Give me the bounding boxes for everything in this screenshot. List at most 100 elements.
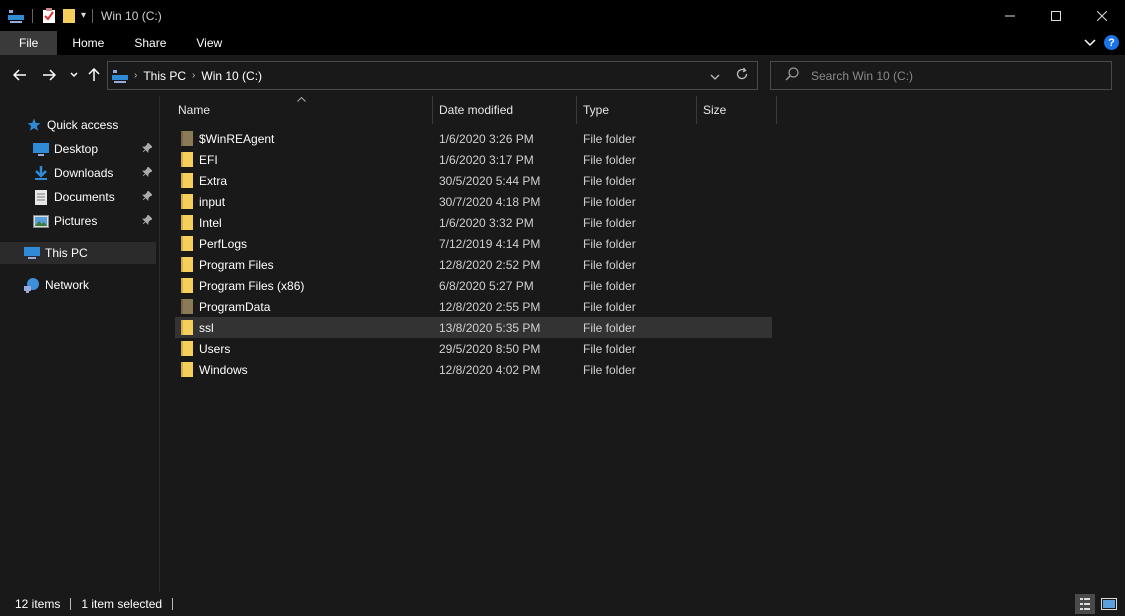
close-button[interactable] — [1079, 0, 1125, 31]
sort-ascending-icon — [297, 94, 306, 104]
file-date-modified: 6/8/2020 5:27 PM — [439, 278, 534, 293]
sidebar-item-label: Network — [45, 278, 90, 292]
file-type: File folder — [583, 320, 636, 335]
file-name: Extra — [199, 173, 228, 188]
tab-file[interactable]: File — [0, 31, 58, 55]
new-folder-icon[interactable] — [61, 8, 77, 24]
file-type: File folder — [583, 341, 636, 356]
navigation-bar: › This PC › Win 10 (C:) Search Win 10 (C… — [0, 55, 1125, 96]
column-header-date[interactable]: Date modified — [439, 96, 513, 124]
details-view-button[interactable] — [1075, 594, 1095, 614]
file-list: Name Date modified Type Size $WinREAgent… — [161, 96, 1125, 592]
quick-access-toolbar: ▾ Win 10 (C:) — [0, 0, 162, 31]
breadcrumb-this-pc[interactable]: This PC — [143, 69, 186, 83]
folder-icon — [181, 173, 193, 188]
sidebar-item-label: Desktop — [54, 142, 99, 156]
table-row[interactable]: $WinREAgent 1/6/2020 3:26 PM File folder — [175, 128, 772, 149]
file-date-modified: 30/7/2020 4:18 PM — [439, 194, 541, 209]
title-bar: ▾ Win 10 (C:) — [0, 0, 1125, 31]
recent-locations-button[interactable] — [64, 65, 84, 85]
expand-ribbon-icon[interactable] — [1084, 36, 1096, 50]
table-row[interactable]: Program Files 12/8/2020 2:52 PM File folde… — [175, 254, 772, 275]
file-name: Program Files — [199, 257, 274, 272]
forward-button[interactable] — [39, 65, 59, 85]
pin-icon[interactable] — [142, 141, 153, 156]
table-row[interactable]: Users 29/5/2020 8:50 PM File folder — [175, 338, 772, 359]
sidebar-item-desktop[interactable]: Desktop — [33, 138, 156, 160]
column-divider[interactable] — [776, 96, 777, 124]
sidebar-item-this-pc[interactable]: This PC — [0, 242, 156, 264]
file-type: File folder — [583, 236, 636, 251]
table-row[interactable]: Intel 1/6/2020 3:32 PM File folder — [175, 212, 772, 233]
tab-view[interactable]: View — [181, 31, 237, 55]
sidebar-item-downloads[interactable]: Downloads — [33, 162, 156, 184]
file-date-modified: 12/8/2020 4:02 PM — [439, 362, 541, 377]
column-divider[interactable] — [576, 96, 577, 124]
column-header-name[interactable]: Name — [178, 96, 210, 124]
file-date-modified: 12/8/2020 2:52 PM — [439, 257, 541, 272]
customize-toolbar-icon[interactable]: ▾ — [81, 10, 86, 21]
address-history-icon[interactable] — [710, 69, 720, 83]
search-box[interactable]: Search Win 10 (C:) — [770, 61, 1112, 90]
tab-home[interactable]: Home — [57, 31, 119, 55]
table-row[interactable]: Extra 30/5/2020 5:44 PM File folder — [175, 170, 772, 191]
sidebar-item-documents[interactable]: Documents — [33, 186, 156, 208]
file-name: Users — [199, 341, 231, 356]
back-button[interactable] — [10, 65, 30, 85]
up-button[interactable] — [84, 65, 104, 85]
column-divider[interactable] — [432, 96, 433, 124]
file-type: File folder — [583, 173, 636, 188]
properties-icon[interactable] — [41, 7, 57, 24]
column-divider[interactable] — [696, 96, 697, 124]
table-row[interactable]: input 30/7/2020 4:18 PM File folder — [175, 191, 772, 212]
refresh-icon[interactable] — [735, 67, 749, 84]
sidebar-item-network[interactable]: Network — [24, 274, 156, 296]
documents-icon — [33, 189, 49, 205]
folder-icon — [181, 341, 193, 356]
maximize-button[interactable] — [1033, 0, 1079, 31]
tab-share[interactable]: Share — [119, 31, 181, 55]
folder-icon — [181, 299, 193, 314]
star-icon — [26, 117, 42, 133]
search-input[interactable]: Search Win 10 (C:) — [811, 69, 913, 83]
file-name: Windows — [199, 362, 248, 377]
file-date-modified: 1/6/2020 3:32 PM — [439, 215, 534, 230]
pc-icon[interactable] — [8, 8, 24, 24]
file-name: input — [199, 194, 226, 209]
sidebar-item-quick-access[interactable]: Quick access — [26, 114, 156, 136]
sidebar-item-label: Documents — [54, 190, 115, 204]
file-date-modified: 1/6/2020 3:17 PM — [439, 152, 534, 167]
table-row[interactable]: PerfLogs 7/12/2019 4:14 PM File folder — [175, 233, 772, 254]
table-row[interactable]: ProgramData 12/8/2020 2:55 PM File folder — [175, 296, 772, 317]
file-type: File folder — [583, 152, 636, 167]
minimize-button[interactable] — [987, 0, 1033, 31]
breadcrumb-drive[interactable]: Win 10 (C:) — [201, 69, 262, 83]
pin-icon[interactable] — [142, 213, 153, 228]
file-name: Intel — [199, 215, 222, 230]
chevron-right-icon[interactable]: › — [134, 70, 137, 81]
file-date-modified: 12/8/2020 2:55 PM — [439, 299, 541, 314]
folder-icon — [181, 236, 193, 251]
large-icons-view-button[interactable] — [1099, 594, 1119, 614]
file-type: File folder — [583, 194, 636, 209]
table-row[interactable]: ssl 13/8/2020 5:35 PM File folder — [175, 317, 772, 338]
column-header-type[interactable]: Type — [583, 96, 609, 124]
address-bar[interactable]: › This PC › Win 10 (C:) — [107, 61, 758, 90]
separator — [70, 598, 72, 610]
chevron-right-icon[interactable]: › — [192, 70, 195, 81]
pin-icon[interactable] — [142, 165, 153, 180]
table-row[interactable]: Program Files (x86) 6/8/2020 5:27 PM File … — [175, 275, 772, 296]
ribbon-tabs: File Home Share View ? — [0, 31, 1125, 55]
file-type: File folder — [583, 131, 636, 146]
download-icon — [33, 165, 49, 181]
table-row[interactable]: EFI 1/6/2020 3:17 PM File folder — [175, 149, 772, 170]
help-icon[interactable]: ? — [1104, 35, 1119, 50]
pin-icon[interactable] — [142, 189, 153, 204]
sidebar-item-pictures[interactable]: Pictures — [33, 210, 156, 232]
column-header-size[interactable]: Size — [703, 96, 726, 124]
file-name: PerfLogs — [199, 236, 248, 251]
table-row[interactable]: Windows 12/8/2020 4:02 PM File folder — [175, 359, 772, 380]
file-type: File folder — [583, 299, 636, 314]
file-type: File folder — [583, 278, 636, 293]
window-title: Win 10 (C:) — [101, 8, 162, 23]
